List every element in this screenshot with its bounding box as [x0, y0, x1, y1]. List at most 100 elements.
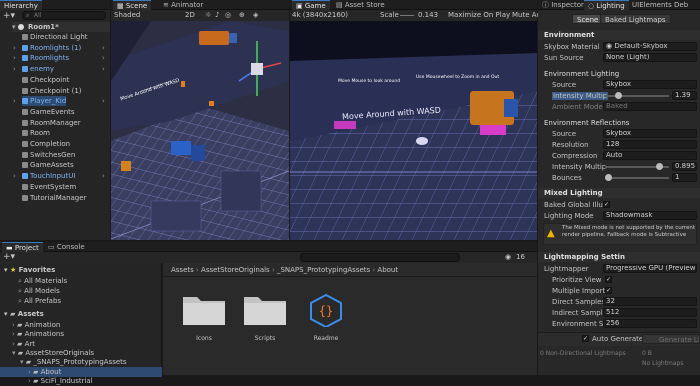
hierarchy-item[interactable]: Directional Light: [22, 32, 88, 42]
tab-uielements[interactable]: UIElements Deb: [628, 0, 692, 10]
hierarchy-item[interactable]: GameAssets: [22, 160, 74, 170]
tab-project[interactable]: ▬ Project: [2, 242, 43, 252]
reflection-intensity-slider[interactable]: [605, 163, 669, 170]
env-samples-field[interactable]: 256: [603, 319, 697, 328]
add-button[interactable]: +▾: [3, 11, 15, 21]
hierarchy-item[interactable]: Checkpoint (1): [22, 86, 82, 96]
hierarchy-item[interactable]: RoomManager: [22, 118, 81, 128]
mixed-lighting-header[interactable]: Mixed Lighting: [538, 188, 700, 198]
reflection-intensity-value[interactable]: 0.895: [672, 162, 697, 171]
breadcrumb-item[interactable]: _SNAPS_PrototypingAssets: [277, 266, 370, 274]
skybox-material-label: Skybox Material: [544, 43, 600, 51]
folder-icon: [181, 293, 229, 329]
multiple-importance-checkbox[interactable]: ✓: [605, 287, 612, 294]
hierarchy-item[interactable]: › enemy ›: [13, 64, 105, 74]
hierarchy-item[interactable]: › Player_Kid ›: [13, 96, 105, 107]
tab-hierarchy[interactable]: Hierarchy: [0, 0, 42, 10]
indirect-samples-field[interactable]: 512: [603, 308, 697, 317]
assets-header[interactable]: ▾ ▰ Assets: [4, 309, 44, 319]
chevron-right-icon[interactable]: ›: [13, 53, 16, 63]
audio-toggle-icon[interactable]: ♪: [215, 11, 219, 19]
source-dropdown[interactable]: Skybox: [603, 80, 697, 89]
hierarchy-item[interactable]: GameEvents: [22, 107, 75, 117]
fx-toggle-icon[interactable]: ◎: [225, 11, 231, 19]
layers-icon[interactable]: ◈: [253, 11, 258, 19]
intensity-slider[interactable]: [605, 92, 669, 99]
reflection-source-dropdown[interactable]: Skybox: [603, 129, 697, 138]
open-prefab-icon[interactable]: ›: [102, 53, 105, 63]
hierarchy-item[interactable]: TutorialManager: [22, 193, 86, 203]
sun-source-field[interactable]: None (Light): [603, 53, 697, 62]
hierarchy-item[interactable]: › TouchInputUI ›: [13, 171, 105, 181]
chevron-right-icon[interactable]: ›: [13, 96, 16, 106]
script-asset[interactable]: {} Readme: [303, 293, 351, 353]
hierarchy-item[interactable]: Room: [22, 128, 50, 138]
tab-console[interactable]: ▭ Console: [44, 242, 89, 252]
scene-button[interactable]: Scene: [572, 14, 604, 24]
scene-root[interactable]: ▾ Room1*: [12, 22, 110, 32]
favorite-item[interactable]: ⌕ All Prefabs: [18, 296, 61, 306]
folder-asset[interactable]: Scripts: [242, 293, 290, 353]
resolution-dropdown[interactable]: 128: [603, 140, 697, 149]
light-toggle-icon[interactable]: ☼: [205, 11, 211, 19]
project-add-button[interactable]: +▾: [3, 252, 15, 262]
prioritize-view-checkbox[interactable]: ✓: [605, 276, 612, 283]
tab-scene[interactable]: ▦ Scene: [113, 0, 152, 10]
scene-viewport[interactable]: Move Around with WASD: [111, 21, 289, 240]
chevron-right-icon[interactable]: ›: [13, 171, 16, 181]
lightmapper-dropdown[interactable]: Progressive GPU (Preview): [603, 264, 697, 273]
bounces-thumb[interactable]: [605, 174, 612, 181]
chevron-right-icon[interactable]: ›: [13, 43, 16, 53]
bounces-value[interactable]: 1: [672, 173, 697, 182]
baked-lightmaps-button[interactable]: Baked Lightmaps: [600, 14, 671, 24]
open-prefab-icon[interactable]: ›: [102, 64, 105, 74]
breadcrumb-item[interactable]: About: [377, 266, 398, 274]
hierarchy-item[interactable]: SwitchesGen: [22, 150, 75, 160]
favorite-item[interactable]: ⌕ All Materials: [18, 276, 67, 286]
resolution-dropdown[interactable]: 4k (3840x2160): [292, 11, 348, 19]
favorites-header[interactable]: ▾ ★ Favorites: [4, 265, 55, 275]
tab-inspector[interactable]: ⓘ Inspector: [538, 0, 588, 10]
lightmapping-header[interactable]: Lightmapping Settin: [538, 252, 700, 262]
lighting-mode-dropdown[interactable]: Shadowmask: [603, 211, 697, 220]
asset-folder-item[interactable]: › ▰ SciFi_Industrial: [28, 376, 93, 386]
tab-animator[interactable]: ≋ Animator: [159, 0, 207, 10]
tab-lighting[interactable]: ◌ Lighting: [584, 0, 629, 10]
chevron-right-icon[interactable]: ›: [13, 64, 16, 74]
hidden-packages-icon[interactable]: ◉: [505, 253, 511, 261]
open-prefab-icon[interactable]: ›: [102, 43, 105, 53]
hierarchy-item[interactable]: › Roomlights (1) ›: [13, 43, 105, 53]
tab-asset-store[interactable]: ▤ Asset Store: [332, 0, 389, 10]
environment-header[interactable]: Environment: [538, 30, 700, 40]
hierarchy-item[interactable]: Checkpoint: [22, 75, 69, 85]
scale-slider[interactable]: [400, 15, 414, 16]
hierarchy-item-label: Checkpoint (1): [30, 86, 82, 95]
shading-dropdown[interactable]: Shaded: [114, 11, 140, 19]
open-prefab-icon[interactable]: ›: [102, 96, 105, 106]
compression-dropdown[interactable]: Auto: [603, 151, 697, 160]
mode-2d-button[interactable]: 2D: [185, 11, 195, 19]
breadcrumb-item[interactable]: Assets: [171, 266, 194, 274]
hierarchy-item[interactable]: Completion: [22, 139, 70, 149]
tab-game[interactable]: ▣ Game: [292, 0, 330, 10]
scene-render: [111, 21, 289, 240]
hierarchy-item[interactable]: › Roomlights ›: [13, 53, 105, 63]
favorite-item[interactable]: ⌕ All Models: [18, 286, 60, 296]
auto-generate-checkbox[interactable]: ✓: [582, 335, 589, 342]
game-viewport[interactable]: Move Mouse to look around Use Mousewheel…: [290, 21, 537, 240]
folder-asset[interactable]: Icons: [181, 293, 229, 353]
bounces-slider[interactable]: [605, 174, 669, 181]
hidden-count: 16: [516, 253, 525, 261]
project-search[interactable]: [300, 253, 460, 262]
open-prefab-icon[interactable]: ›: [102, 171, 105, 181]
breadcrumb-item[interactable]: AssetStoreOriginals: [201, 266, 270, 274]
hierarchy-search[interactable]: ⌕ All: [22, 11, 106, 20]
intensity-value[interactable]: 1.39: [672, 91, 697, 100]
hierarchy-item[interactable]: EventSystem: [22, 182, 76, 192]
skybox-material-field[interactable]: ◉ Default-Skybox: [603, 42, 697, 51]
gizmos-icon[interactable]: ⊕: [239, 11, 245, 19]
maximize-on-play[interactable]: Maximize On Play: [448, 11, 510, 19]
intensity-slider-thumb[interactable]: [614, 92, 622, 99]
direct-samples-field[interactable]: 32: [603, 297, 697, 306]
baked-gi-checkbox[interactable]: ✓: [603, 201, 610, 208]
